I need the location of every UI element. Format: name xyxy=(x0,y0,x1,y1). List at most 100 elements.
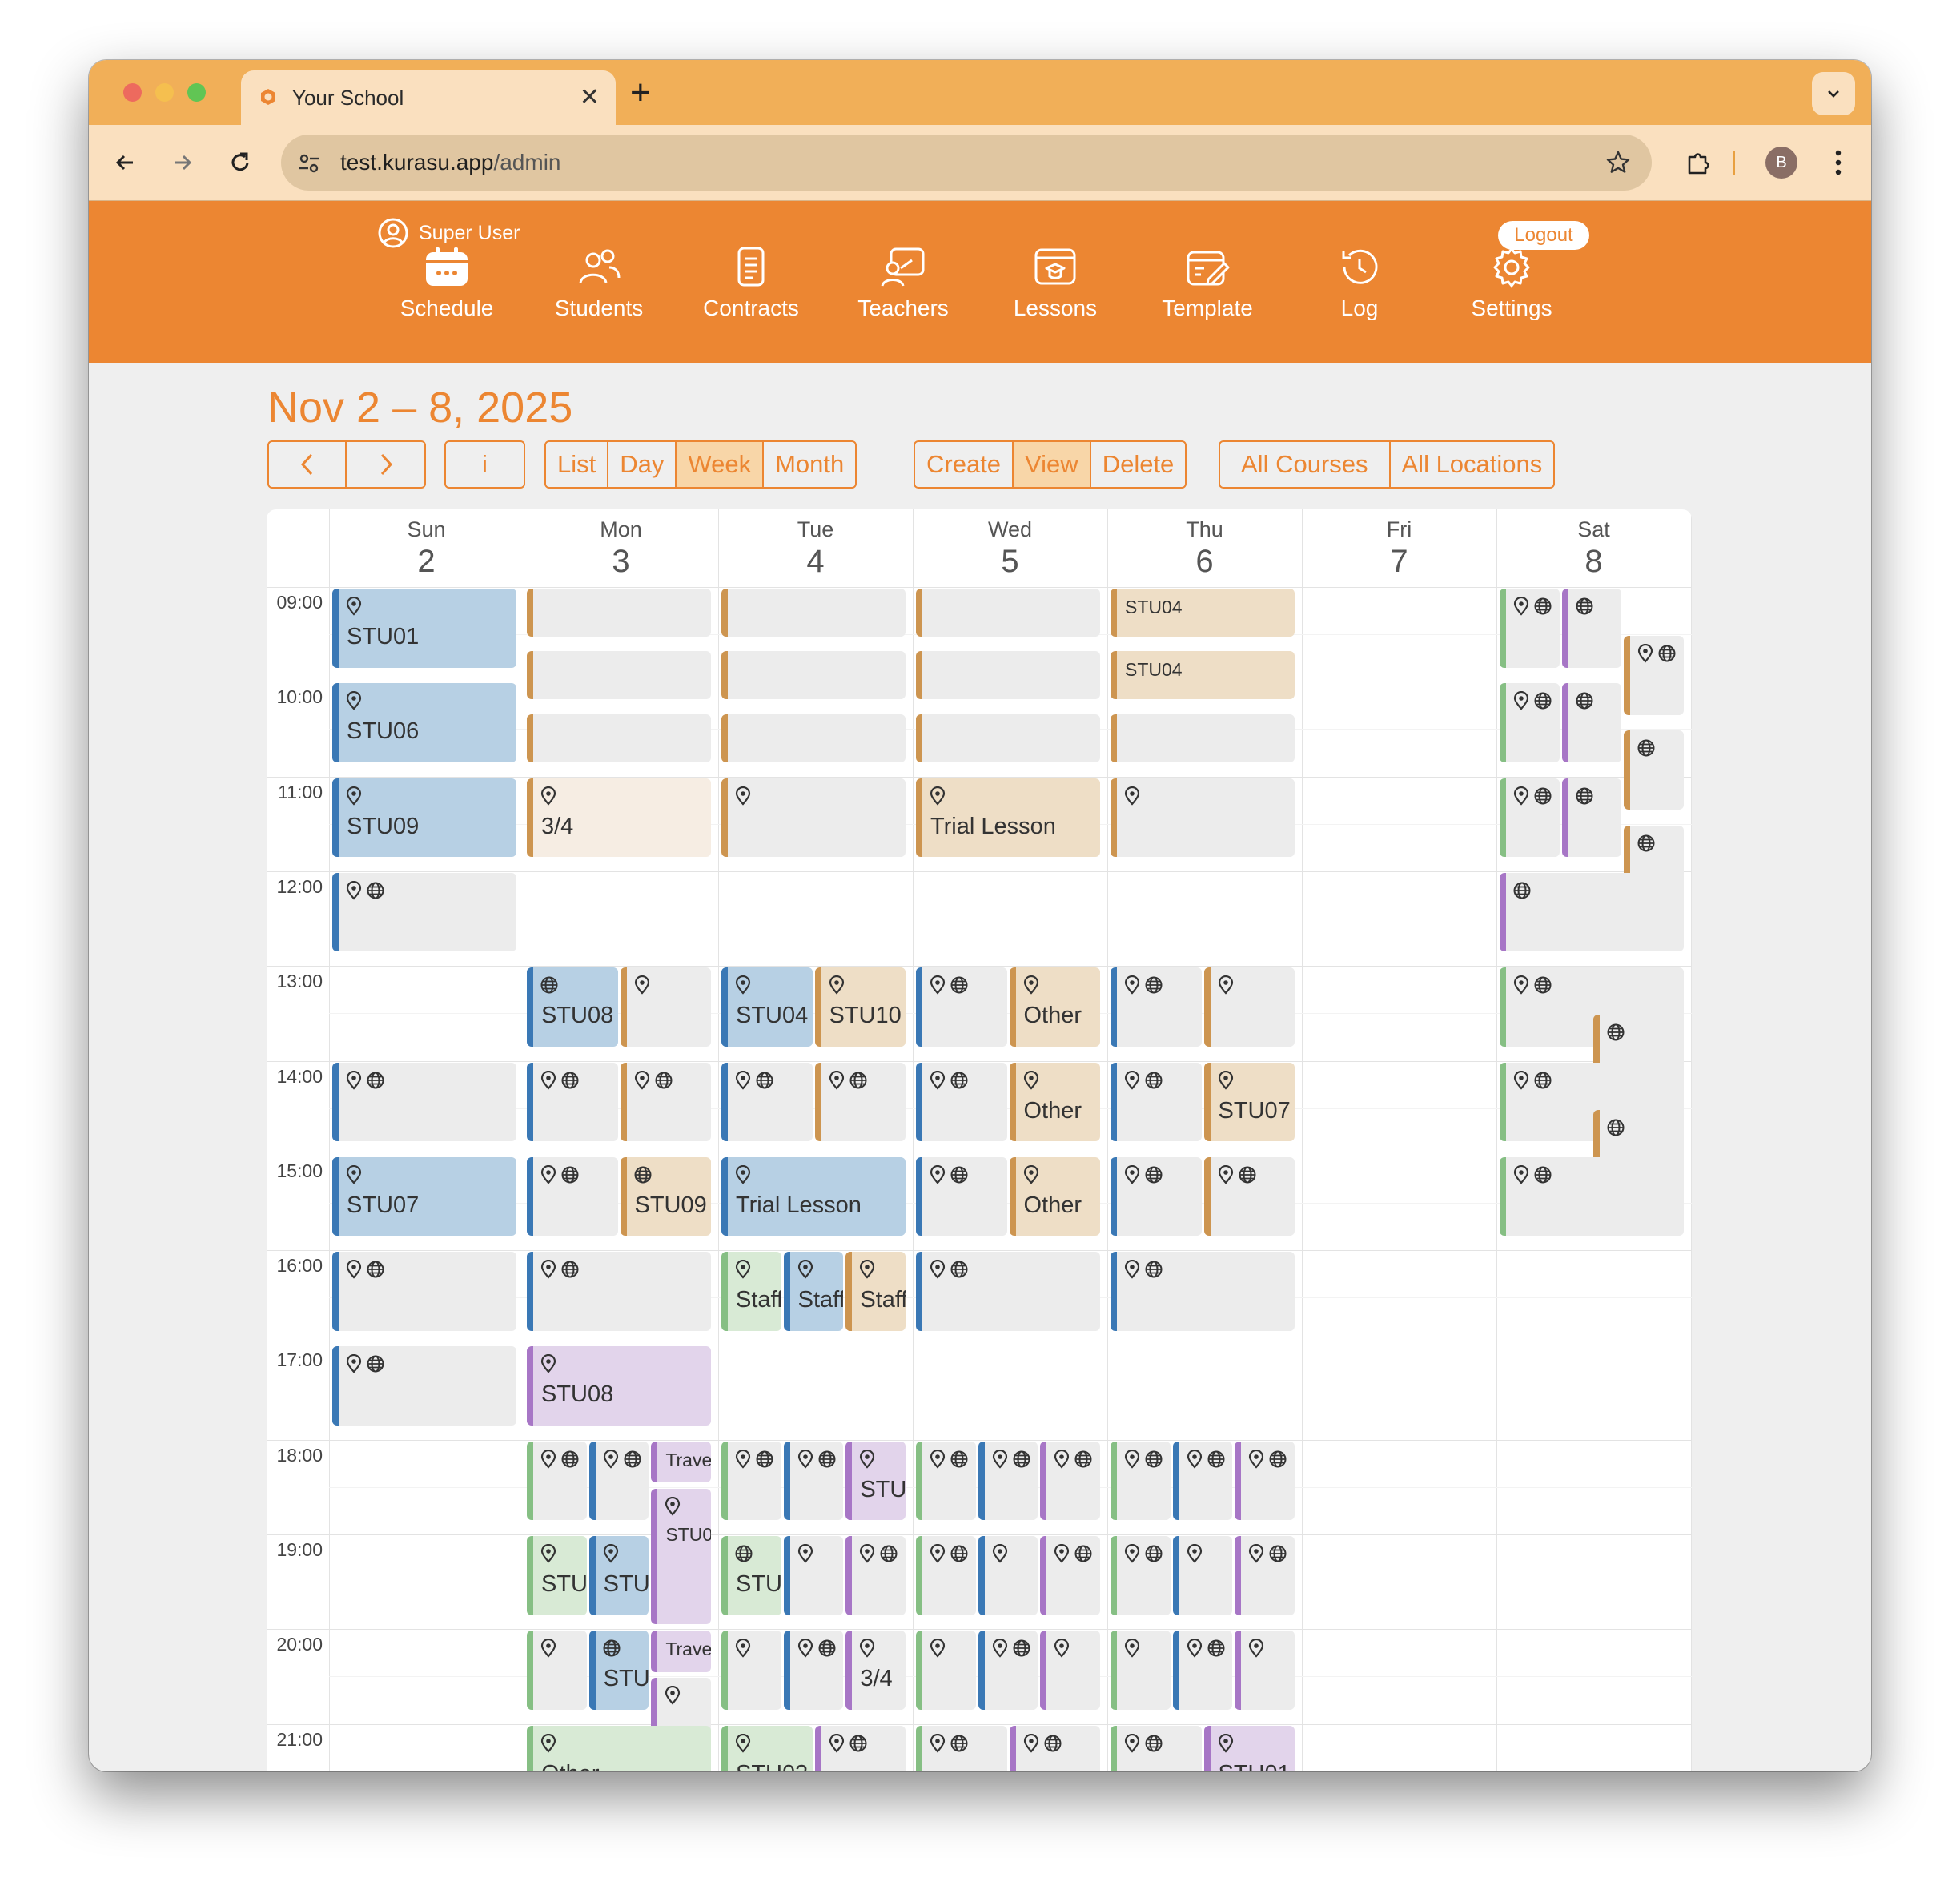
lesson-event[interactable] xyxy=(1040,1536,1100,1615)
lesson-event[interactable] xyxy=(1111,1441,1171,1521)
lesson-event[interactable] xyxy=(1111,1725,1202,1771)
nav-lessons[interactable]: Lessons xyxy=(983,246,1127,321)
lesson-event[interactable] xyxy=(1172,1441,1233,1521)
forward-button[interactable] xyxy=(163,143,203,183)
nav-log[interactable]: Log xyxy=(1287,246,1432,321)
lesson-event[interactable] xyxy=(783,1441,844,1521)
day-header[interactable]: Sat 8 xyxy=(1496,509,1691,587)
day-view-button[interactable]: Day xyxy=(608,442,677,487)
lesson-event[interactable] xyxy=(1009,1725,1100,1771)
lesson-event[interactable] xyxy=(527,714,711,762)
lesson-event[interactable] xyxy=(1561,778,1622,858)
lesson-event[interactable]: Other xyxy=(1009,1156,1100,1237)
lesson-event[interactable] xyxy=(814,1725,906,1771)
lesson-event[interactable] xyxy=(1624,636,1684,715)
lesson-event[interactable] xyxy=(332,872,516,952)
lesson-event[interactable]: STU04 xyxy=(588,1536,649,1615)
lesson-event[interactable]: STU08 xyxy=(527,1346,711,1426)
lesson-event[interactable] xyxy=(1040,1631,1100,1710)
reload-button[interactable] xyxy=(220,143,260,183)
lesson-event[interactable]: STU04 xyxy=(721,967,813,1047)
minimize-window-button[interactable] xyxy=(155,83,174,102)
lesson-event[interactable] xyxy=(916,1536,976,1615)
lesson-event[interactable] xyxy=(1111,1156,1202,1237)
lesson-event[interactable] xyxy=(916,1725,1007,1771)
lesson-event[interactable]: Other xyxy=(1009,967,1100,1047)
lesson-event[interactable] xyxy=(916,1156,1007,1237)
lesson-event[interactable] xyxy=(1203,967,1295,1047)
tab-search-button[interactable] xyxy=(1812,72,1855,115)
lesson-event[interactable]: Trave xyxy=(651,1441,711,1482)
nav-settings[interactable]: Settings xyxy=(1440,246,1584,321)
lesson-event[interactable] xyxy=(1040,1441,1100,1521)
extensions-button[interactable] xyxy=(1678,143,1718,183)
lesson-event[interactable]: 3/4 xyxy=(527,778,711,858)
lesson-event[interactable] xyxy=(1172,1631,1233,1710)
lesson-event[interactable] xyxy=(721,714,906,762)
lesson-event[interactable]: STU09 xyxy=(620,1156,711,1237)
month-view-button[interactable]: Month xyxy=(764,442,855,487)
lesson-event[interactable] xyxy=(332,1062,516,1142)
lesson-event[interactable]: STU08 xyxy=(527,967,618,1047)
lesson-event[interactable] xyxy=(845,1536,906,1615)
lesson-event[interactable] xyxy=(527,1441,587,1521)
lesson-event[interactable]: STU06 xyxy=(332,683,516,762)
lesson-event[interactable]: STU03 xyxy=(721,1725,813,1771)
lesson-event[interactable] xyxy=(978,1631,1038,1710)
lesson-event[interactable] xyxy=(332,1346,516,1426)
new-tab-button[interactable]: + xyxy=(630,71,651,115)
delete-mode-button[interactable]: Delete xyxy=(1091,442,1186,487)
lesson-event[interactable]: STU02 xyxy=(527,1536,587,1615)
nav-teachers[interactable]: Teachers xyxy=(831,246,975,321)
lesson-event[interactable]: 3/4 xyxy=(845,1631,906,1710)
profile-avatar[interactable]: B xyxy=(1765,147,1797,179)
nav-template[interactable]: Template xyxy=(1135,246,1279,321)
lesson-event[interactable] xyxy=(978,1536,1038,1615)
lesson-event[interactable]: STU xyxy=(845,1441,906,1521)
lesson-event[interactable] xyxy=(814,1062,906,1142)
lesson-event[interactable] xyxy=(1111,1062,1202,1142)
lesson-event[interactable]: STU07 xyxy=(332,1156,516,1237)
lesson-event[interactable] xyxy=(1500,683,1560,762)
lesson-event[interactable]: Other xyxy=(1009,1062,1100,1142)
bookmark-star-icon[interactable] xyxy=(1605,150,1631,175)
lesson-event[interactable] xyxy=(721,1631,781,1710)
create-mode-button[interactable]: Create xyxy=(915,442,1014,487)
lesson-event[interactable] xyxy=(1500,1156,1684,1237)
lesson-event[interactable] xyxy=(1111,967,1202,1047)
lesson-event[interactable] xyxy=(978,1441,1038,1521)
lesson-event[interactable] xyxy=(527,1156,618,1237)
user-menu[interactable]: Super User xyxy=(377,217,520,249)
lesson-event[interactable] xyxy=(527,589,711,637)
lesson-event[interactable] xyxy=(620,1062,711,1142)
view-mode-button[interactable]: View xyxy=(1014,442,1091,487)
all-courses-filter[interactable]: All Courses xyxy=(1220,442,1391,487)
day-header[interactable]: Fri 7 xyxy=(1302,509,1496,587)
lesson-event[interactable] xyxy=(527,1062,618,1142)
lesson-event[interactable] xyxy=(916,967,1007,1047)
lesson-event[interactable] xyxy=(916,651,1100,699)
lesson-event[interactable] xyxy=(620,967,711,1047)
lesson-event[interactable] xyxy=(721,778,906,858)
all-locations-filter[interactable]: All Locations xyxy=(1391,442,1554,487)
lesson-event[interactable] xyxy=(916,1252,1100,1331)
lesson-event[interactable] xyxy=(1111,1536,1171,1615)
close-window-button[interactable] xyxy=(123,83,142,102)
lesson-event[interactable] xyxy=(1235,1441,1295,1521)
lesson-event[interactable] xyxy=(527,1631,587,1710)
lesson-event[interactable] xyxy=(1111,1631,1171,1710)
lesson-event[interactable] xyxy=(1235,1631,1295,1710)
week-view-button[interactable]: Week xyxy=(677,442,765,487)
browser-menu-button[interactable] xyxy=(1818,143,1858,183)
lesson-event[interactable] xyxy=(1624,730,1684,810)
lesson-event[interactable]: Staff xyxy=(845,1252,906,1331)
browser-tab[interactable]: Your School ✕ xyxy=(241,70,616,125)
lesson-event[interactable] xyxy=(721,1441,781,1521)
lesson-event[interactable]: STU01 xyxy=(1203,1725,1295,1771)
lesson-event[interactable] xyxy=(527,1252,711,1331)
lesson-event[interactable] xyxy=(916,1062,1007,1142)
lesson-event[interactable] xyxy=(721,1062,813,1142)
lesson-event[interactable] xyxy=(1111,778,1295,858)
maximize-window-button[interactable] xyxy=(187,83,206,102)
lesson-event[interactable] xyxy=(916,714,1100,762)
